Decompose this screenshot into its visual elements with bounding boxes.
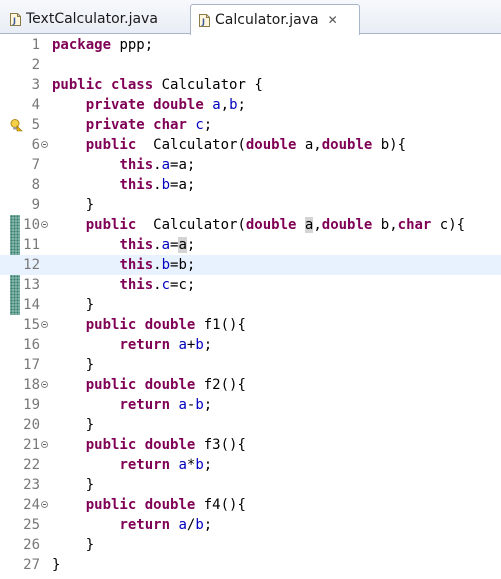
code-text: } [52,297,95,313]
code-text: public Calculator(double a,double b,char… [85,217,466,233]
line-number: 21 [23,437,40,453]
line-number: 14 [23,297,40,313]
line-number: 9 [31,197,40,213]
code-line[interactable]: 25 return a/b; [0,515,501,535]
code-text: public double f2(){ [85,377,246,393]
code-line[interactable]: 14 } [0,295,501,315]
code-text: return a+b; [119,337,213,353]
fold-toggle-icon[interactable] [41,501,48,508]
code-line[interactable]: 7 this.a=a; [0,155,501,175]
line-number: 27 [23,557,40,573]
line-number: 7 [31,157,40,173]
line-number: 19 [23,397,40,413]
line-number: 5 [31,117,40,133]
code-text: package ppp; [52,37,154,53]
java-file-icon: J [10,12,21,26]
code-line[interactable]: 15 public double f1(){ [0,315,501,335]
code-text: this.a=a; [119,237,196,253]
line-number: 16 [23,337,40,353]
code-line[interactable]: 4 private double a,b; [0,95,501,115]
code-editor[interactable]: 1 package ppp; 2 3 public class Calculator {… [0,35,501,579]
code-line[interactable]: 12 this.b=b; [0,255,501,275]
code-line[interactable]: 11 this.a=a; [0,235,501,255]
line-number: 26 [23,537,40,553]
line-number: 8 [31,177,40,193]
code-text: } [52,477,95,493]
code-line[interactable]: 21 public double f3(){ [0,435,501,455]
code-line[interactable]: 26 } [0,535,501,555]
code-text: public class Calculator { [52,77,263,93]
code-line[interactable]: 1 package ppp; [0,35,501,55]
eclipse-editor-window: J TextCalculator.java J Calculator.java … [0,0,501,579]
code-text: return a/b; [119,517,213,533]
code-text: } [52,417,95,433]
fold-toggle-icon[interactable] [41,381,48,388]
line-number: 25 [23,517,40,533]
code-text: this.c=c; [119,277,196,293]
editor-tab-bar: J TextCalculator.java J Calculator.java … [0,0,501,35]
code-line[interactable]: 22 return a*b; [0,455,501,475]
tab-calculator[interactable]: J Calculator.java ✕ [190,4,360,35]
close-icon[interactable]: ✕ [327,13,339,27]
code-line[interactable]: 16 return a+b; [0,335,501,355]
code-line[interactable]: 19 return a-b; [0,395,501,415]
line-number: 22 [23,457,40,473]
line-number: 6 [31,137,40,153]
line-number: 15 [23,317,40,333]
line-number: 10 [23,217,40,233]
line-number: 4 [31,97,40,113]
code-line[interactable]: 10 public Calculator(double a,double b,c… [0,215,501,235]
tab-text-calculator[interactable]: J TextCalculator.java [0,4,190,34]
line-number: 1 [31,37,40,53]
code-text: private char c; [85,117,213,133]
line-number: 3 [31,77,40,93]
line-number: 2 [31,57,40,73]
code-text: this.b=b; [119,257,196,273]
tab-label: TextCalculator.java [26,11,158,27]
tab-label: Calculator.java [215,12,319,28]
line-number: 20 [23,417,40,433]
line-number: 23 [23,477,40,493]
code-line[interactable]: 8 this.b=a; [0,175,501,195]
code-text: public Calculator(double a,double b){ [85,137,407,153]
code-line[interactable]: 2 [0,55,501,75]
code-text: return a*b; [119,457,213,473]
code-line[interactable]: 20 } [0,415,501,435]
line-number: 12 [23,257,40,273]
code-text: public double f1(){ [85,317,246,333]
code-text: } [52,197,95,213]
fold-toggle-icon[interactable] [41,441,48,448]
line-number: 17 [23,357,40,373]
code-text: } [52,537,95,553]
code-line[interactable]: 9 } [0,195,501,215]
code-text: return a-b; [119,397,213,413]
line-number: 11 [23,237,40,253]
code-text: public double f3(){ [85,437,246,453]
svg-text:J: J [201,17,205,26]
code-line[interactable]: 3 public class Calculator { [0,75,501,95]
code-line[interactable]: 5 private char c; [0,115,501,135]
code-text: } [52,357,95,373]
line-number: 18 [23,377,40,393]
code-line[interactable]: 17 } [0,355,501,375]
fold-toggle-icon[interactable] [41,221,48,228]
code-line[interactable]: 13 this.c=c; [0,275,501,295]
code-text: this.a=a; [119,157,196,173]
code-line[interactable]: 18 public double f2(){ [0,375,501,395]
code-line[interactable]: 24 public double f4(){ [0,495,501,515]
line-number: 24 [23,497,40,513]
code-text: public double f4(){ [85,497,246,513]
fold-toggle-icon[interactable] [41,321,48,328]
code-line[interactable]: 6 public Calculator(double a,double b){ [0,135,501,155]
code-line[interactable]: 27} [0,555,501,575]
code-text: this.b=a; [119,177,196,193]
svg-text:J: J [12,16,16,25]
java-file-icon: J [199,13,210,27]
line-number: 13 [23,277,40,293]
code-line[interactable]: 23 } [0,475,501,495]
fold-toggle-icon[interactable] [41,141,48,148]
code-text: } [52,557,61,573]
code-text: private double a,b; [85,97,246,113]
